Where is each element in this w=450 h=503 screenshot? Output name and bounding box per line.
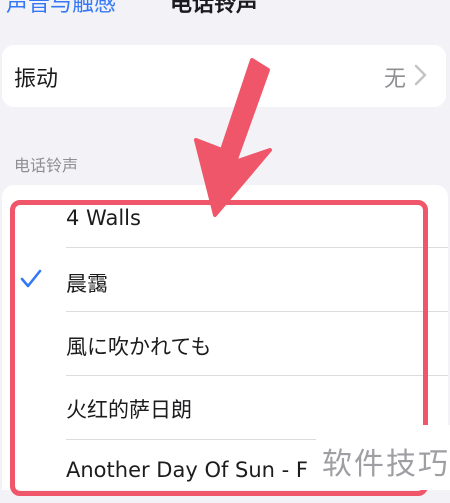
ringtone-row-kaze[interactable]: 風に吹かれても [2, 312, 448, 375]
chevron-right-icon [414, 64, 427, 86]
ringtone-row-chenai[interactable]: 晨靄 [2, 248, 448, 311]
ringtone-label: 火红的萨日朗 [66, 398, 192, 422]
ringtone-label: 風に吹かれても [66, 335, 212, 359]
back-button[interactable]: 声音与触感 [6, 0, 116, 14]
vibration-label: 振动 [14, 67, 59, 92]
ringtone-section-header: 电话铃声 [14, 156, 79, 175]
ringtone-label: 4 Walls [66, 206, 141, 230]
page-title: 电话铃声 [170, 0, 259, 14]
checkmark-icon [20, 269, 42, 288]
navigation-bar: 声音与触感 电话铃声 [0, 0, 450, 14]
watermark-text: 软件技巧 [322, 447, 450, 482]
vibration-value: 无 [383, 67, 406, 92]
ringtone-label: 晨靄 [66, 272, 108, 296]
ringtone-row-4-walls[interactable]: 4 Walls [2, 185, 448, 248]
ringtone-label: Another Day Of Sun - F [66, 458, 308, 482]
watermark: 软件技巧 [316, 425, 450, 490]
vibration-row[interactable]: 振动 无 [2, 45, 446, 107]
